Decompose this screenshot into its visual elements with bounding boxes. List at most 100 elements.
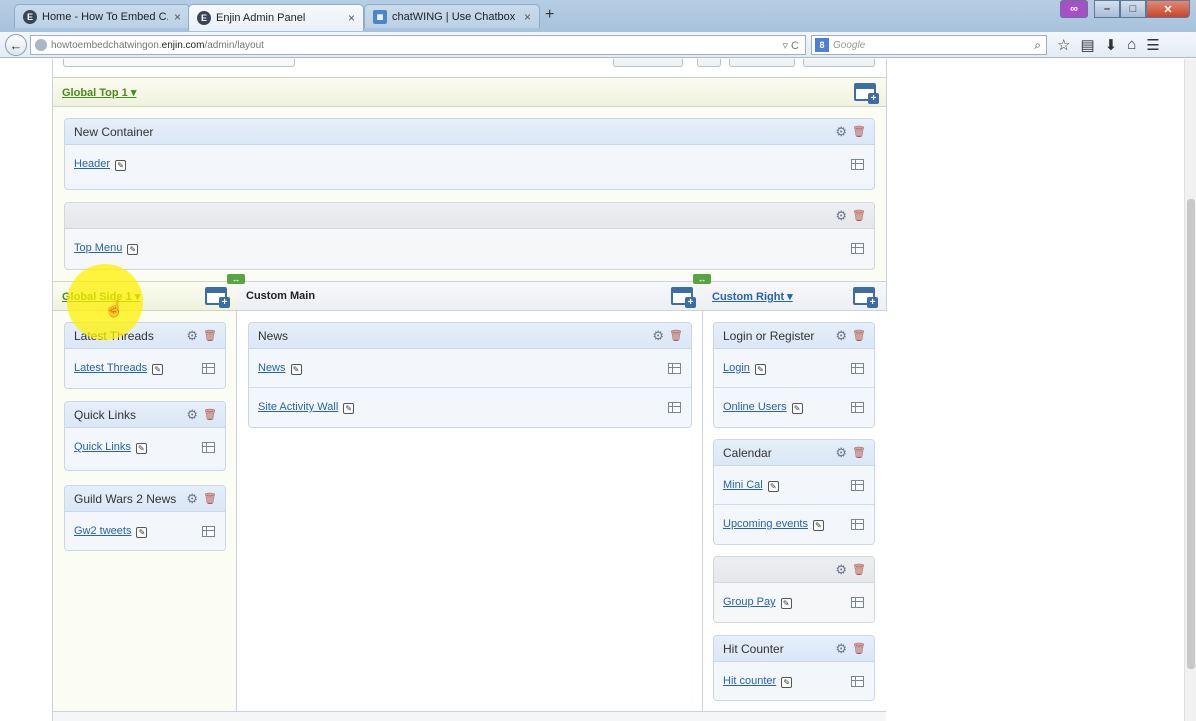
module-link-top-menu[interactable]: Top Menu ✎: [74, 242, 139, 255]
module-settings-icon[interactable]: [202, 442, 215, 453]
edit-icon[interactable]: ✎: [343, 403, 355, 414]
module-link-upcoming-events[interactable]: Upcoming events ✎: [723, 518, 824, 531]
region-title-custom-right[interactable]: Custom Right ▾: [712, 290, 793, 303]
add-container-icon[interactable]: +: [854, 83, 879, 104]
column-resize-handle[interactable]: ↔: [693, 274, 711, 284]
edit-icon[interactable]: ✎: [136, 527, 148, 538]
edit-icon[interactable]: ✎: [781, 677, 793, 688]
module-link-login[interactable]: Login ✎: [723, 362, 766, 375]
module-settings-icon[interactable]: [851, 402, 864, 413]
url-bar[interactable]: howtoembedchatwingon.enjin.com/admin/lay…: [30, 35, 806, 55]
trash-icon[interactable]: 🗑: [203, 402, 217, 428]
trash-icon[interactable]: 🗑: [203, 323, 217, 349]
tab-close-icon[interactable]: ×: [174, 10, 181, 24]
module-settings-icon[interactable]: [851, 519, 864, 530]
module-link-hit-counter[interactable]: Hit counter ✎: [723, 675, 793, 688]
edit-icon[interactable]: ✎: [115, 160, 127, 171]
module-link-mini-cal[interactable]: Mini Cal ✎: [723, 479, 779, 492]
edit-icon[interactable]: ✎: [152, 364, 164, 375]
add-container-icon[interactable]: +: [853, 287, 878, 308]
trash-icon[interactable]: 🗑: [852, 636, 866, 662]
region-title-global-side[interactable]: Global Side 1 ▾: [62, 290, 140, 303]
module-settings-icon[interactable]: [851, 243, 864, 254]
trash-icon[interactable]: 🗑: [203, 486, 217, 512]
module-link-gw2-tweets[interactable]: Gw2 tweets ✎: [74, 525, 148, 538]
tab-close-icon[interactable]: ×: [348, 11, 355, 25]
container-header[interactable]: Calendar ⚙ 🗑: [714, 440, 874, 466]
edit-icon[interactable]: ✎: [754, 364, 766, 375]
toolbar-button[interactable]: [729, 59, 795, 67]
gear-icon[interactable]: ⚙: [835, 636, 847, 662]
download-icon[interactable]: ⬇: [1105, 36, 1118, 54]
layout-select[interactable]: [63, 59, 295, 67]
site-identity-icon[interactable]: [35, 39, 47, 51]
home-icon[interactable]: ⌂: [1127, 36, 1136, 54]
gear-icon[interactable]: ⚙: [186, 402, 198, 428]
browser-tab-chatwing[interactable]: ▦ chatWING | Use Chatbox ×: [364, 4, 540, 28]
container-header[interactable]: New Container ⚙ 🗑: [65, 119, 874, 145]
page-scrollbar[interactable]: [1184, 59, 1196, 721]
tab-close-icon[interactable]: ×: [524, 10, 531, 24]
edit-icon[interactable]: ✎: [791, 403, 803, 414]
container-header[interactable]: Quick Links ⚙ 🗑: [65, 402, 225, 428]
gear-icon[interactable]: ⚙: [186, 486, 198, 512]
reload-icon[interactable]: ▿ C: [782, 39, 805, 52]
module-settings-icon[interactable]: [668, 402, 681, 413]
container-header[interactable]: Latest Threads ⚙ 🗑: [65, 323, 225, 349]
add-container-icon[interactable]: +: [671, 287, 696, 308]
container-header[interactable]: ⚙ 🗑: [714, 557, 874, 583]
container-header[interactable]: Guild Wars 2 News ⚙ 🗑: [65, 486, 225, 512]
new-tab-button[interactable]: +: [545, 6, 554, 24]
edit-icon[interactable]: ✎: [127, 244, 139, 255]
minimize-button[interactable]: –: [1094, 0, 1120, 18]
region-title-global-top[interactable]: Global Top 1 ▾: [62, 86, 136, 99]
trash-icon[interactable]: 🗑: [852, 203, 866, 229]
gear-icon[interactable]: ⚙: [835, 557, 847, 583]
toolbar-button[interactable]: [803, 59, 875, 67]
module-link-latest-threads[interactable]: Latest Threads ✎: [74, 362, 164, 375]
column-resize-handle[interactable]: ↔: [227, 274, 245, 284]
gear-icon[interactable]: ⚙: [835, 203, 847, 229]
add-container-icon[interactable]: +: [205, 287, 230, 308]
search-icon[interactable]: ⌕: [1034, 38, 1041, 53]
gear-icon[interactable]: ⚙: [186, 323, 198, 349]
reading-list-icon[interactable]: ▤: [1080, 36, 1094, 54]
gear-icon[interactable]: ⚙: [835, 119, 847, 145]
trash-icon[interactable]: 🗑: [669, 323, 683, 349]
module-link-site-activity-wall[interactable]: Site Activity Wall ✎: [258, 401, 355, 414]
gear-icon[interactable]: ⚙: [835, 440, 847, 466]
edit-icon[interactable]: ✎: [780, 598, 792, 609]
back-button[interactable]: ←: [5, 34, 27, 56]
module-link-online-users[interactable]: Online Users ✎: [723, 401, 803, 414]
maximize-button[interactable]: □: [1120, 0, 1146, 18]
edit-icon[interactable]: ✎: [767, 481, 779, 492]
trash-icon[interactable]: 🗑: [852, 323, 866, 349]
search-bar[interactable]: 8 Google ⌕: [811, 35, 1047, 55]
module-link-news[interactable]: News ✎: [258, 362, 302, 375]
gear-icon[interactable]: ⚙: [835, 323, 847, 349]
edit-icon[interactable]: ✎: [813, 520, 824, 531]
module-settings-icon[interactable]: [668, 363, 681, 374]
module-settings-icon[interactable]: [851, 363, 864, 374]
browser-tab-enjin-admin[interactable]: E Enjin Admin Panel ×: [188, 4, 364, 31]
trash-icon[interactable]: 🗑: [852, 440, 866, 466]
module-settings-icon[interactable]: [851, 597, 864, 608]
close-window-button[interactable]: ✕: [1146, 0, 1190, 18]
gear-icon[interactable]: ⚙: [652, 323, 664, 349]
trash-icon[interactable]: 🗑: [852, 557, 866, 583]
module-link-header[interactable]: Header ✎: [74, 158, 127, 171]
scrollbar-thumb[interactable]: [1187, 199, 1195, 669]
container-header[interactable]: Login or Register ⚙ 🗑: [714, 323, 874, 349]
browser-tab-home[interactable]: E Home - How To Embed C... ×: [14, 4, 190, 28]
module-settings-icon[interactable]: [851, 480, 864, 491]
menu-icon[interactable]: ☰: [1146, 36, 1159, 54]
module-settings-icon[interactable]: [202, 363, 215, 374]
edit-icon[interactable]: ✎: [135, 443, 147, 454]
trash-icon[interactable]: 🗑: [852, 119, 866, 145]
container-header[interactable]: ⚙ 🗑: [65, 203, 874, 229]
container-header[interactable]: Hit Counter ⚙ 🗑: [714, 636, 874, 662]
module-settings-icon[interactable]: [851, 676, 864, 687]
module-settings-icon[interactable]: [202, 526, 215, 537]
edit-icon[interactable]: ✎: [290, 364, 302, 375]
container-header[interactable]: News ⚙ 🗑: [249, 323, 691, 349]
